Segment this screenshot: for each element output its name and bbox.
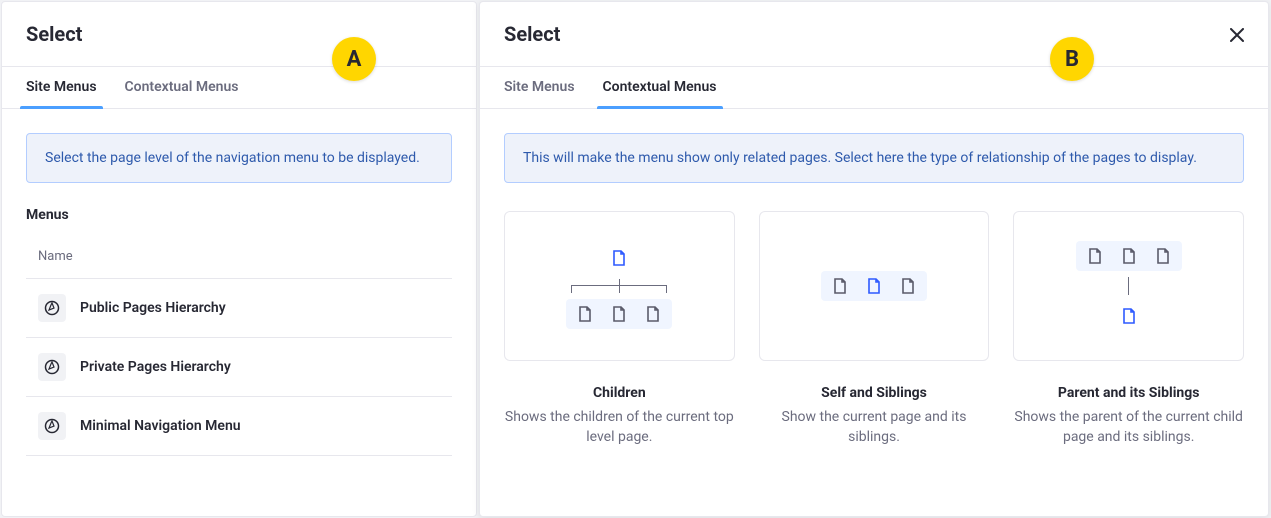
- dialog-body: This will make the menu show only relate…: [480, 109, 1268, 516]
- menu-row[interactable]: Public Pages Hierarchy: [26, 279, 452, 338]
- tab-site-menus[interactable]: Site Menus: [26, 67, 97, 108]
- page-icon: [576, 305, 594, 323]
- page-icon: [899, 277, 917, 295]
- page-icon: [831, 277, 849, 295]
- tab-site-menus[interactable]: Site Menus: [504, 67, 575, 108]
- section-title-menus: Menus: [26, 207, 452, 223]
- page-icon: [1086, 247, 1104, 265]
- menu-row-label: Private Pages Hierarchy: [80, 359, 231, 375]
- info-alert: Select the page level of the navigation …: [26, 133, 452, 183]
- tree-connector: [559, 279, 679, 293]
- menu-row-label: Minimal Navigation Menu: [80, 418, 241, 434]
- page-icon-row-highlight: [821, 271, 927, 301]
- card-parent-siblings: Parent and its Siblings Shows the parent…: [1013, 211, 1244, 448]
- menu-row-label: Public Pages Hierarchy: [80, 300, 226, 316]
- card-desc: Shows the children of the current top le…: [504, 407, 735, 448]
- dialog-body: Select the page level of the navigation …: [2, 109, 476, 516]
- tabs: Site Menus Contextual Menus: [480, 67, 1268, 109]
- card-title: Self and Siblings: [821, 385, 927, 401]
- tab-contextual-menus[interactable]: Contextual Menus: [125, 67, 239, 108]
- page-icon-row: [1110, 301, 1148, 331]
- dialog-header: Select: [480, 2, 1268, 67]
- card-children: Children Shows the children of the curre…: [504, 211, 735, 448]
- annotation-badge-b: B: [1050, 37, 1094, 81]
- page-icon: [1120, 247, 1138, 265]
- page-icon: [610, 249, 628, 267]
- page-icon: [644, 305, 662, 323]
- page-icon: [1154, 247, 1172, 265]
- menu-row[interactable]: Private Pages Hierarchy: [26, 338, 452, 397]
- page-icon: [1120, 307, 1138, 325]
- page-icon-row-highlight: [1076, 241, 1182, 271]
- compass-icon: [38, 294, 66, 322]
- dialog-header: Select: [2, 2, 476, 67]
- tab-contextual-menus[interactable]: Contextual Menus: [603, 67, 717, 108]
- card-title: Parent and its Siblings: [1058, 385, 1200, 401]
- card-desc: Shows the parent of the current child pa…: [1013, 407, 1244, 448]
- card-self-siblings: Self and Siblings Show the current page …: [759, 211, 990, 448]
- tree-connector: [1128, 277, 1129, 295]
- tabs: Site Menus Contextual Menus: [2, 67, 476, 109]
- column-header-name: Name: [26, 235, 452, 279]
- compass-icon: [38, 412, 66, 440]
- select-dialog-site-menus: Select Site Menus Contextual Menus Selec…: [1, 1, 477, 517]
- card-preview-children[interactable]: [504, 211, 735, 361]
- compass-icon: [38, 353, 66, 381]
- page-icon: [865, 277, 883, 295]
- page-icon-row-highlight: [566, 299, 672, 329]
- page-icon-row: [600, 243, 638, 273]
- close-icon[interactable]: [1230, 27, 1244, 41]
- relationship-cards: Children Shows the children of the curre…: [504, 211, 1244, 448]
- dialog-title: Select: [504, 22, 560, 46]
- menu-row[interactable]: Minimal Navigation Menu: [26, 397, 452, 456]
- card-preview-self-siblings[interactable]: [759, 211, 990, 361]
- card-desc: Show the current page and its siblings.: [759, 407, 990, 448]
- page-icon: [610, 305, 628, 323]
- annotation-badge-a: A: [332, 37, 376, 81]
- card-preview-parent-siblings[interactable]: [1013, 211, 1244, 361]
- dialog-title: Select: [26, 22, 82, 46]
- select-dialog-contextual-menus: Select Site Menus Contextual Menus This …: [479, 1, 1269, 517]
- info-alert: This will make the menu show only relate…: [504, 133, 1244, 183]
- card-title: Children: [593, 385, 646, 401]
